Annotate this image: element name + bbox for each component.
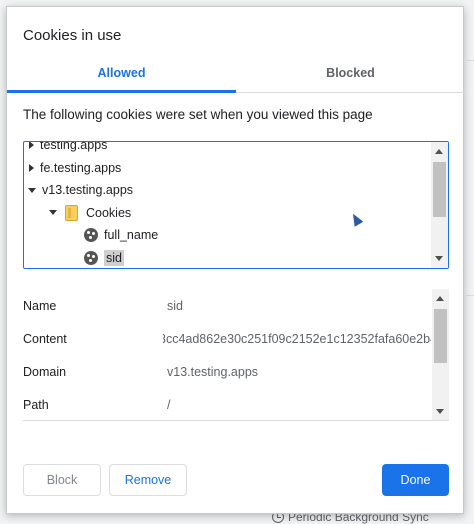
scroll-down-arrow-icon[interactable] (435, 256, 443, 261)
tree-item-testing-apps[interactable]: testing.apps (24, 141, 430, 157)
cookie-icon (84, 228, 98, 243)
scroll-up-arrow-icon[interactable] (435, 149, 443, 154)
remove-button[interactable]: Remove (109, 464, 187, 496)
detail-label: Name (23, 299, 57, 313)
detail-value: 3cc4ad862e30c251f09c2152e1c12352fafa60e2… (163, 332, 431, 346)
detail-value: v13.testing.apps (167, 365, 259, 379)
background-divider (466, 295, 474, 296)
cookie-details: Name sid Content 3cc4ad862e30c251f09c215… (23, 289, 449, 421)
tree-item-sid[interactable]: sid (24, 247, 430, 269)
scroll-down-arrow-icon[interactable] (436, 409, 444, 414)
block-button[interactable]: Block (23, 464, 101, 496)
detail-label: Domain (23, 365, 67, 379)
tree-item-label: sid (104, 249, 124, 266)
done-button[interactable]: Done (382, 464, 449, 496)
content-value-text: 3cc4ad862e30c251f09c2152e1c12352fafa60e2… (163, 332, 431, 346)
dialog-title: Cookies in use (23, 27, 122, 44)
tab-blocked[interactable]: Blocked (236, 59, 465, 92)
detail-row-name: Name sid (23, 299, 432, 319)
scroll-up-arrow-icon[interactable] (436, 296, 444, 301)
detail-value: / (167, 398, 171, 412)
tree-item-fe-testing-apps[interactable]: fe.testing.apps (24, 157, 430, 180)
detail-row-content: Content 3cc4ad862e30c251f09c2152e1c12352… (23, 332, 432, 352)
cookie-icon (84, 250, 98, 265)
tab-bar: Allowed Blocked (7, 59, 465, 93)
tree-item-v13-testing-apps[interactable]: v13.testing.apps (24, 179, 430, 202)
tree-item-full-name[interactable]: full_name (24, 224, 430, 247)
tab-allowed[interactable]: Allowed (7, 59, 236, 93)
tree-item-label: testing.apps (40, 141, 108, 153)
detail-value: sid (167, 299, 183, 313)
tree-item-label: Cookies (86, 205, 132, 220)
tree-scrollbar[interactable] (431, 142, 448, 268)
tree-item-label: fe.testing.apps (40, 160, 122, 175)
detail-row-path: Path / (23, 398, 432, 418)
expand-arrow-icon[interactable] (29, 163, 34, 172)
collapse-arrow-icon[interactable] (49, 210, 57, 216)
collapse-arrow-icon[interactable] (28, 187, 36, 193)
detail-label: Content (23, 332, 67, 346)
cookies-description: The following cookies were set when you … (23, 107, 373, 122)
tree-item-label: full_name (104, 228, 159, 243)
tree-item-label: v13.testing.apps (42, 183, 134, 198)
scrollbar-thumb[interactable] (434, 309, 447, 363)
cookie-tree[interactable]: testing.apps fe.testing.apps v13.testing… (23, 141, 449, 269)
expand-arrow-icon[interactable] (29, 142, 34, 150)
background-divider (466, 60, 474, 61)
cookies-dialog: Cookies in use Allowed Blocked The follo… (6, 6, 465, 514)
detail-row-domain: Domain v13.testing.apps (23, 365, 432, 385)
tree-item-cookies-folder[interactable]: Cookies (24, 202, 430, 225)
folder-icon (65, 204, 78, 221)
detail-label: Path (23, 398, 49, 412)
scrollbar-thumb[interactable] (433, 162, 446, 217)
details-scrollbar[interactable] (432, 289, 449, 420)
